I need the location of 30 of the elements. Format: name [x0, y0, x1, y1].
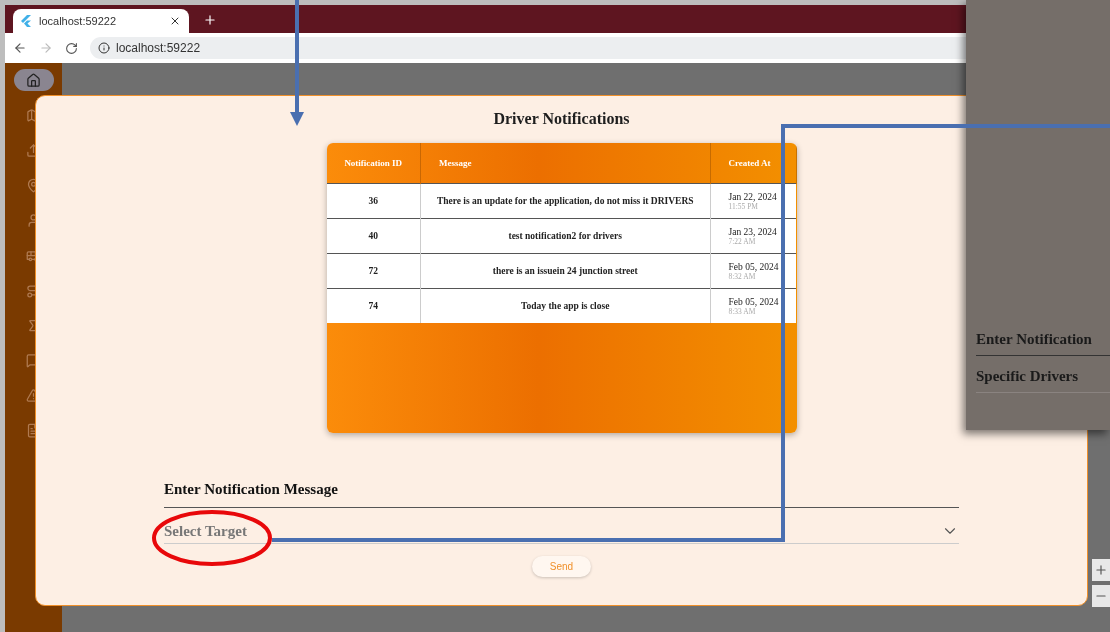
sidebar-item[interactable] — [13, 69, 54, 91]
date-text: Feb 05, 2024 — [728, 296, 780, 307]
table-cell: 36 — [326, 183, 421, 219]
tab-title: localhost:59222 — [39, 15, 118, 27]
table-cell: There is an update for the application, do not miss it DRIVERS — [420, 183, 710, 219]
info-icon — [98, 42, 110, 54]
table-cell: test notification2 for drivers — [420, 218, 710, 254]
close-icon[interactable] — [169, 15, 181, 27]
message-field-label[interactable]: Enter Notification Message — [164, 481, 959, 508]
date-text: Feb 05, 2024 — [728, 261, 780, 272]
dropdown-option: Specific Drivers — [976, 356, 1110, 393]
new-tab-icon[interactable] — [203, 13, 217, 27]
dialog-title: Driver Notifications — [493, 110, 630, 128]
table-cell: Today the app is close — [420, 288, 710, 323]
home-icon — [26, 72, 41, 88]
table-cell: 74 — [326, 288, 421, 323]
table-cell: there is an issuein 24 junction street — [420, 253, 710, 289]
address-text: localhost:59222 — [116, 41, 201, 55]
table-cell: 72 — [326, 253, 421, 289]
date-text: Jan 23, 2024 — [728, 226, 778, 237]
table-cell: 40 — [326, 218, 421, 254]
plus-icon — [1094, 563, 1108, 577]
back-icon[interactable] — [13, 41, 27, 55]
zoom-in-button[interactable] — [1092, 559, 1110, 581]
target-select[interactable]: Select Target — [164, 508, 959, 544]
date-text: Jan 22, 2024 — [728, 191, 778, 202]
browser-tab[interactable]: localhost:59222 — [13, 9, 189, 33]
dropdown-option: Enter Notification — [976, 319, 1110, 356]
reload-icon[interactable] — [65, 41, 78, 55]
flutter-logo-icon — [21, 15, 31, 27]
